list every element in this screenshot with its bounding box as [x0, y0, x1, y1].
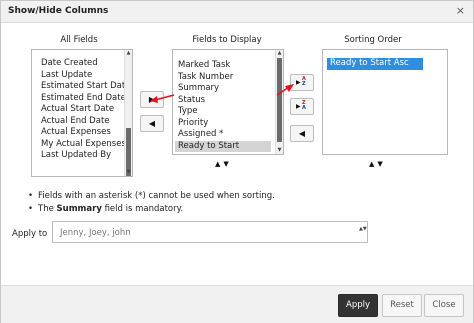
fields-to-display-list[interactable]: Marked Task Task Number Summary Status T…	[172, 49, 284, 155]
apply-to-label: Apply to	[12, 229, 48, 239]
fields-to-display-scrollbar[interactable]: ▲ ▼	[275, 50, 283, 154]
list-item[interactable]: Status	[175, 95, 271, 107]
apply-button[interactable]: Apply	[338, 294, 378, 317]
list-item-selected[interactable]: Ready to Start Asc	[327, 58, 423, 70]
sort-desc-icon: ZA	[302, 100, 306, 111]
close-button[interactable]: Close	[424, 294, 464, 317]
mandatory-note: The Summary field is mandatory.	[28, 203, 275, 216]
dialog-titlebar: Show/Hide Columns ×	[1, 1, 473, 23]
asterisk-note: Fields with an asterisk (*) cannot be us…	[28, 190, 275, 203]
list-item[interactable]: Assigned *	[175, 129, 271, 141]
scroll-down-icon[interactable]: ▼	[276, 147, 283, 154]
scroll-up-icon[interactable]: ▲	[125, 50, 132, 57]
sort-descending-button[interactable]: ▶ ZA	[290, 98, 314, 115]
all-fields-scrollbar[interactable]: ▲ ▼	[124, 50, 132, 176]
list-item[interactable]: Task Number	[175, 72, 271, 84]
sort-asc-icon: AZ	[302, 76, 306, 87]
list-item[interactable]: Estimated Start Date	[38, 81, 130, 93]
play-icon: ▶	[296, 103, 301, 110]
dialog-title: Show/Hide Columns	[8, 6, 109, 16]
sorting-order-list[interactable]: Ready to Start Asc	[322, 49, 448, 155]
list-item[interactable]: My Actual Expenses	[38, 139, 126, 151]
list-item[interactable]: Last Update	[38, 70, 120, 82]
list-item[interactable]: Actual Start Date	[38, 104, 120, 116]
red-pointer-arrow-icon	[276, 84, 294, 96]
sorting-order-header: Sorting Order	[344, 35, 402, 45]
list-item[interactable]: Estimated End Date	[38, 93, 126, 105]
apply-to-select[interactable]: Jenny, Joey, john ▲▼	[52, 221, 368, 243]
show-hide-columns-dialog: Show/Hide Columns × All Fields Fields to…	[0, 0, 474, 323]
list-item[interactable]: Marked Task	[175, 60, 271, 72]
list-item[interactable]: Actual End Date	[38, 116, 120, 128]
list-item[interactable]: Priority	[175, 118, 271, 130]
list-item[interactable]: Last Updated By	[38, 150, 120, 162]
sorting-order-items: Ready to Start Asc	[327, 58, 423, 70]
all-fields-items: Date Created Last Update Estimated Start…	[38, 58, 130, 162]
red-pointer-arrow-icon	[150, 94, 175, 103]
list-item[interactable]: Type	[175, 106, 271, 118]
sort-reorder-arrows[interactable]: ▲▼	[369, 160, 386, 168]
list-item[interactable]: Summary	[175, 83, 271, 95]
scroll-down-icon[interactable]: ▼	[125, 169, 132, 176]
list-item-selected[interactable]: Ready to Start	[175, 140, 271, 152]
select-arrows-icon: ▲▼	[359, 226, 367, 232]
list-item[interactable]: Actual Expenses	[38, 127, 120, 139]
close-icon[interactable]: ×	[456, 4, 465, 17]
fields-to-display-header: Fields to Display	[192, 35, 262, 45]
all-fields-header: All Fields	[60, 35, 98, 45]
fields-to-display-items: Marked Task Task Number Summary Status T…	[175, 60, 271, 152]
apply-to-value: Jenny, Joey, john	[60, 228, 131, 238]
notes-list: Fields with an asterisk (*) cannot be us…	[28, 190, 275, 216]
scroll-up-icon[interactable]: ▲	[276, 50, 283, 57]
display-reorder-arrows[interactable]: ▲▼	[215, 160, 232, 168]
scroll-thumb[interactable]	[277, 58, 282, 142]
remove-sort-button[interactable]: ◀	[290, 125, 314, 142]
list-item[interactable]: Date Created	[38, 58, 120, 70]
all-fields-list[interactable]: Date Created Last Update Estimated Start…	[31, 49, 133, 177]
reset-button[interactable]: Reset	[382, 294, 422, 317]
remove-from-display-button[interactable]: ◀	[140, 115, 164, 132]
